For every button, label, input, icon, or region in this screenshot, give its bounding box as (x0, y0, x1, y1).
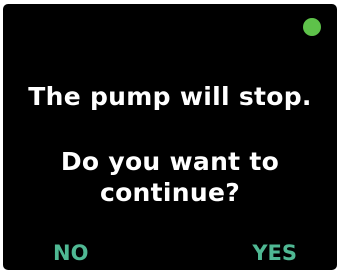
question-line-2: continue? (99, 178, 241, 207)
status-dot-icon (303, 18, 321, 36)
yes-button[interactable]: YES (252, 241, 297, 265)
pump-stop-message: The pump will stop. (28, 82, 312, 111)
dialog-screen: The pump will stop. Do you want to conti… (3, 4, 337, 270)
no-button[interactable]: NO (53, 241, 88, 265)
question-line-1: Do you want to (60, 147, 280, 176)
continue-question: Do you want to continue? (3, 146, 337, 208)
